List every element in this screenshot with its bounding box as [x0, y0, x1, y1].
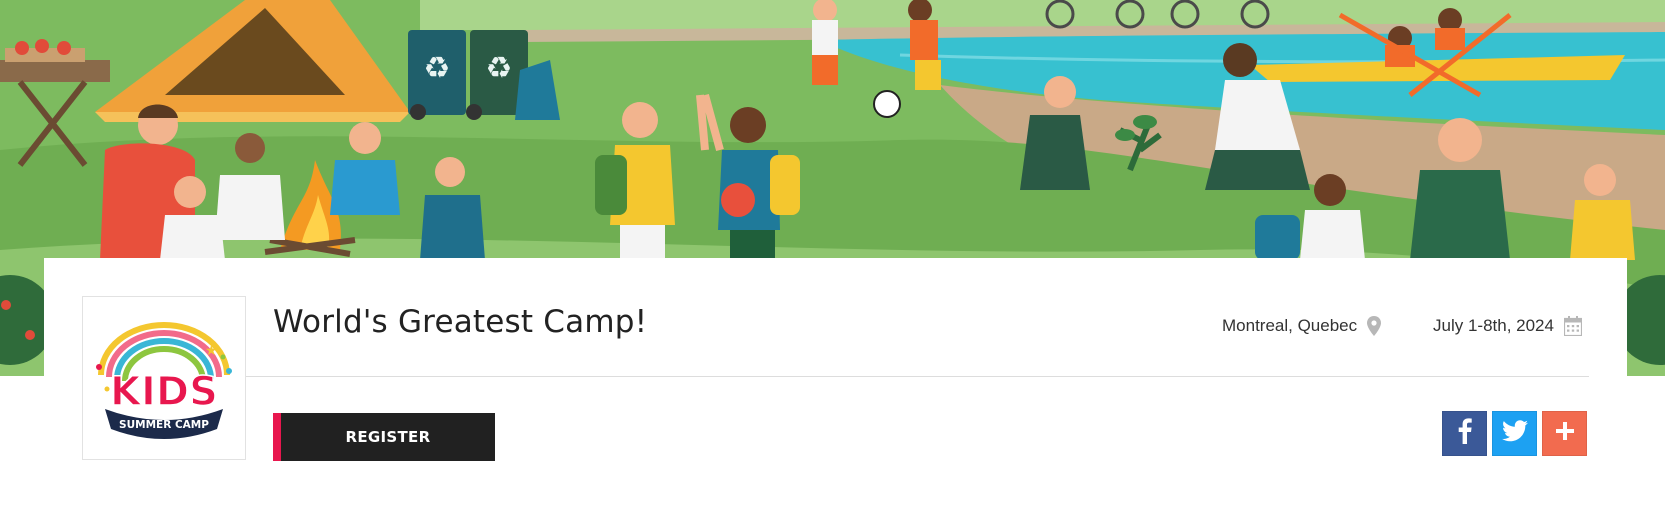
svg-text:♻: ♻ [486, 51, 513, 86]
svg-text:★: ★ [205, 343, 218, 359]
twitter-share-button[interactable] [1492, 411, 1537, 456]
event-dates: July 1-8th, 2024 [1433, 316, 1582, 336]
event-location: Montreal, Quebec [1222, 316, 1382, 336]
logo-subtitle: SUMMER CAMP [119, 419, 209, 431]
plus-icon [1555, 421, 1575, 446]
event-dates-text: July 1-8th, 2024 [1433, 316, 1554, 335]
twitter-icon [1501, 420, 1528, 447]
facebook-icon [1458, 418, 1472, 449]
more-share-button[interactable] [1542, 411, 1587, 456]
event-card: ★ KIDS SUMMER CAMP World's Greatest Camp… [44, 258, 1627, 524]
map-pin-icon [1367, 316, 1382, 336]
svg-text:♻: ♻ [424, 51, 451, 86]
calendar-icon [1563, 316, 1582, 336]
kids-summer-camp-logo: ★ KIDS SUMMER CAMP [96, 322, 232, 439]
facebook-share-button[interactable] [1442, 411, 1487, 456]
page-title: World's Greatest Camp! [273, 304, 648, 340]
header-divider [246, 376, 1589, 377]
logo-wordmark: KIDS [110, 369, 218, 415]
register-button[interactable]: REGISTER [273, 413, 495, 461]
event-logo: ★ KIDS SUMMER CAMP [82, 296, 246, 460]
event-location-text: Montreal, Quebec [1222, 316, 1358, 335]
